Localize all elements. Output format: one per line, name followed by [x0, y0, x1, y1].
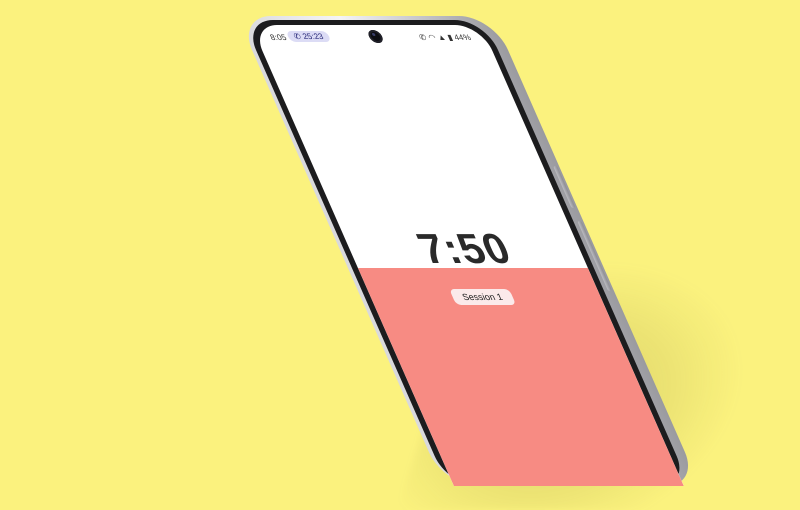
status-time: 8:05 — [268, 33, 289, 42]
phone-frame: 8:05 ✆ 25:23 ✆ ◠ ▲ ▮ 44% 7:50 Session 1 — [237, 16, 700, 486]
battery-percent: 44% — [452, 33, 473, 42]
phone-device: 8:05 ✆ 25:23 ✆ ◠ ▲ ▮ 44% 7:50 Session 1 — [0, 0, 800, 486]
phone-bezel: 8:05 ✆ 25:23 ✆ ◠ ▲ ▮ 44% 7:50 Session 1 — [242, 20, 690, 486]
countdown-timer[interactable]: 7:50 — [339, 225, 590, 273]
status-icons: ✆ ◠ ▲ ▮ 44% — [418, 33, 473, 42]
timer-progress-area — [357, 268, 684, 486]
session-label[interactable]: Session 1 — [449, 289, 516, 305]
phone-screen: 8:05 ✆ 25:23 ✆ ◠ ▲ ▮ 44% 7:50 Session 1 — [251, 25, 684, 486]
call-timer: 25:23 — [301, 32, 326, 41]
ongoing-call-chip[interactable]: ✆ 25:23 — [285, 31, 332, 42]
